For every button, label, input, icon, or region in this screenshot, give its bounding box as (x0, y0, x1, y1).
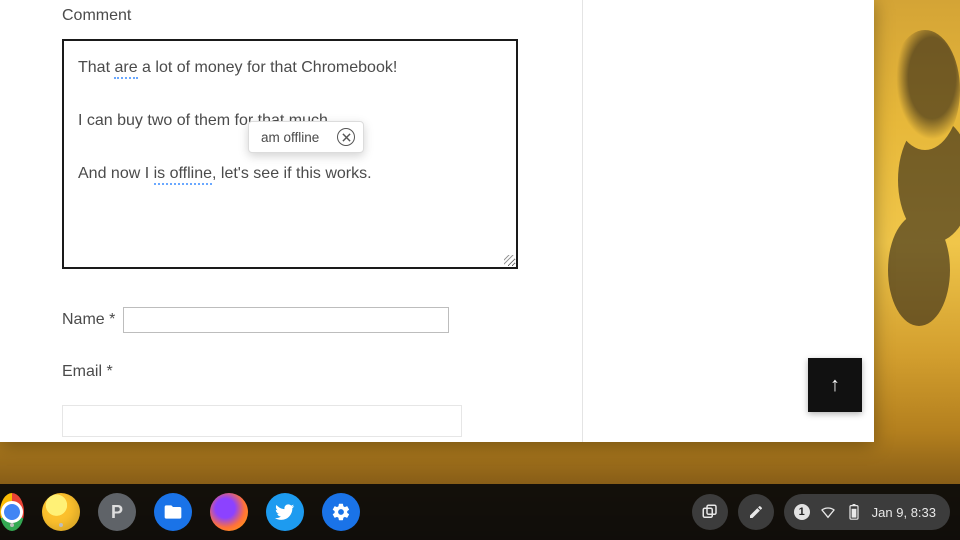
twitter-icon (266, 493, 304, 531)
wifi-icon (820, 504, 836, 520)
comment-line-3: And now I is offline, let's see if this … (78, 161, 502, 187)
settings-icon (322, 493, 360, 531)
spellcheck-suggestion-popup[interactable]: am offline (248, 121, 364, 153)
scroll-to-top-button[interactable]: ↑ (808, 358, 862, 412)
chromeos-shelf: P 1 (0, 484, 960, 540)
comment-label: Comment (62, 7, 518, 25)
app-settings[interactable] (322, 493, 360, 531)
resize-handle-icon[interactable] (504, 255, 514, 265)
browser-window: Comment That are a lot of money for that… (0, 0, 874, 442)
arrow-up-icon: ↑ (830, 374, 840, 397)
comment-textarea[interactable]: That are a lot of money for that Chromeb… (62, 39, 518, 269)
app-chrome-canary[interactable] (42, 493, 80, 531)
dismiss-suggestion-button[interactable] (337, 128, 355, 146)
holding-space-button[interactable] (692, 494, 728, 530)
holding-space-icon (701, 503, 719, 521)
running-indicator-icon (59, 523, 63, 527)
suggestion-text[interactable]: am offline (261, 130, 327, 145)
name-label: Name * (62, 311, 115, 329)
app-firefox[interactable] (210, 493, 248, 531)
clock-text: Jan 9, 8:33 (872, 505, 936, 520)
app-twitter[interactable] (266, 493, 304, 531)
shelf-pinned-apps: P (10, 493, 360, 531)
files-icon (154, 493, 192, 531)
app-chrome[interactable] (0, 493, 24, 531)
firefox-icon (210, 493, 248, 531)
app-files[interactable] (154, 493, 192, 531)
comment-form: Comment That are a lot of money for that… (62, 0, 582, 437)
stylus-tools-button[interactable] (738, 494, 774, 530)
content-divider (582, 0, 583, 442)
system-tray[interactable]: 1 Jan 9, 8:33 (784, 494, 950, 530)
notification-count-badge: 1 (794, 504, 810, 520)
close-icon (342, 133, 351, 142)
name-input[interactable] (123, 307, 449, 333)
email-input[interactable] (62, 405, 462, 437)
running-indicator-icon (10, 523, 14, 527)
comment-line-1: That are a lot of money for that Chromeb… (78, 55, 502, 81)
spelling-error[interactable]: are (114, 59, 137, 79)
p-app-icon: P (98, 493, 136, 531)
app-p[interactable]: P (98, 493, 136, 531)
spelling-error[interactable]: is offline (154, 165, 212, 185)
shelf-status-area: 1 Jan 9, 8:33 (692, 494, 950, 530)
battery-icon (846, 504, 862, 520)
pen-icon (748, 504, 764, 520)
email-label: Email * (62, 363, 518, 381)
